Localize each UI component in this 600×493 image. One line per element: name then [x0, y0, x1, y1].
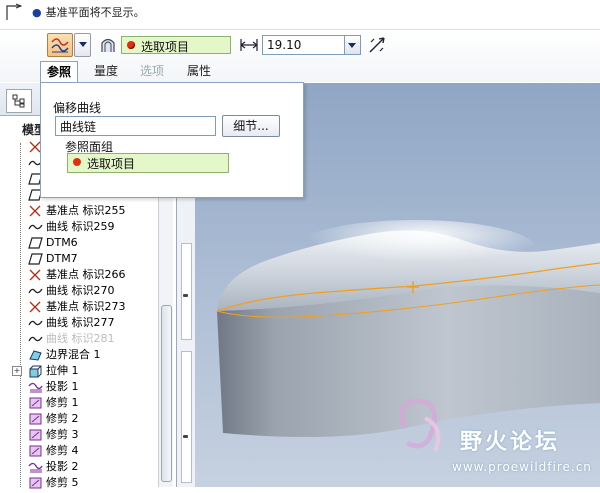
tree-item-label: 修剪 5	[46, 476, 79, 489]
info-message: ● 基准平面将不显示。	[32, 4, 145, 20]
offset-type-button[interactable]	[47, 33, 73, 57]
tree-item-label: 曲线 标识270	[46, 284, 115, 297]
offset-curve-type-icon	[51, 38, 69, 53]
tree-item[interactable]: 修剪 3	[0, 427, 160, 443]
datum-plane-icon	[28, 236, 43, 250]
datum-plane-icon	[28, 252, 43, 266]
datum-point-icon	[28, 268, 43, 282]
tree-item[interactable]: 修剪 4	[0, 443, 160, 459]
chevron-down-icon	[348, 43, 356, 48]
tree-item-label: 投影 1	[46, 380, 79, 393]
offset-curve-value: 曲线链	[60, 120, 97, 134]
watermark-url: www.proewildfire.cn	[452, 460, 592, 474]
tree-item-label: 修剪 1	[46, 396, 79, 409]
expand-icon[interactable]: +	[12, 366, 22, 376]
curve-icon	[28, 284, 43, 298]
tree-item-label: 拉伸 1	[46, 364, 79, 377]
tree-item-label: 修剪 2	[46, 412, 79, 425]
reference-surface-collector[interactable]: 选取项目	[67, 153, 229, 173]
model-tree-tab[interactable]	[6, 89, 32, 113]
curve-collector-label: 选取项目	[141, 40, 190, 54]
boundary-blend-icon	[28, 348, 43, 362]
tree-item-label: 边界混合 1	[46, 348, 101, 361]
tree-item[interactable]: 修剪 1	[0, 395, 160, 411]
curve-icon	[28, 316, 43, 330]
tree-item-label: 基准点 标识266	[46, 268, 126, 281]
trim-icon	[28, 396, 43, 410]
tree-item[interactable]: + 拉伸 1	[0, 363, 160, 379]
flip-direction-icon[interactable]	[368, 36, 386, 54]
tab-properties[interactable]: 属性	[181, 61, 217, 81]
tree-item[interactable]: DTM6	[0, 235, 160, 251]
offset-value-dropdown[interactable]	[344, 36, 360, 54]
tree-item-label: 曲线 标识277	[46, 316, 115, 329]
tab-references[interactable]: 参照	[40, 61, 78, 82]
info-bullet-icon: ●	[32, 6, 42, 19]
curve-collector[interactable]: 选取项目	[121, 36, 231, 54]
tree-item-label: 修剪 4	[46, 444, 79, 457]
curve-icon	[28, 332, 43, 346]
sash-handle-icon	[183, 435, 188, 438]
reference-surface-collector-label: 选取项目	[87, 157, 136, 171]
sketch-corner-icon	[6, 3, 23, 20]
tab-measure[interactable]: 量度	[88, 61, 124, 81]
offset-distance-icon	[240, 39, 258, 51]
tree-item-label: 修剪 3	[46, 428, 79, 441]
trim-icon	[28, 428, 43, 442]
tree-item[interactable]: 曲线 标识277	[0, 315, 160, 331]
watermark-title: 野火论坛	[460, 430, 561, 455]
project-icon	[28, 380, 43, 394]
scrollbar-thumb[interactable]	[161, 305, 172, 482]
tree-item-label: 投影 2	[46, 460, 79, 473]
tree-structure-icon	[12, 94, 25, 108]
tree-item-label: DTM7	[46, 252, 78, 265]
tree-item[interactable]: 基准点 标识266	[0, 267, 160, 283]
datum-point-icon	[28, 300, 43, 314]
curve-icon	[28, 220, 43, 234]
tree-item-label: 曲线 标识281	[46, 332, 115, 345]
project-icon	[28, 460, 43, 474]
tree-item[interactable]: DTM7	[0, 251, 160, 267]
tree-item[interactable]: 曲线 标识281	[0, 331, 160, 347]
info-message-text: 基准平面将不显示。	[45, 6, 145, 19]
model-highlight	[295, 220, 535, 276]
sash-grip-lower[interactable]	[181, 351, 192, 483]
offset-value-text: 19.10	[267, 38, 302, 52]
sash-handle-icon	[183, 294, 188, 297]
references-panel: 偏移曲线 曲线链 细节... 参照面组 选取项目	[40, 82, 304, 198]
selection-dot-icon	[73, 158, 81, 166]
tree-item[interactable]: 投影 1	[0, 379, 160, 395]
tree-item-label: 曲线 标识259	[46, 220, 115, 233]
trim-icon	[28, 444, 43, 458]
tree-item[interactable]: 曲线 标识270	[0, 283, 160, 299]
feature-dashboard: 选取项目 19.10 参照 量度 选项 属性	[0, 30, 600, 82]
tree-item[interactable]: 修剪 2	[0, 411, 160, 427]
surface-reference-icon	[101, 38, 115, 52]
offset-curve-field[interactable]: 曲线链	[55, 116, 216, 136]
offset-type-dropdown[interactable]	[74, 33, 91, 57]
tree-item[interactable]: 基准点 标识273	[0, 299, 160, 315]
details-button[interactable]: 细节...	[222, 115, 280, 137]
tree-item[interactable]: 投影 2	[0, 459, 160, 475]
offset-curve-heading: 偏移曲线	[53, 101, 102, 115]
chevron-down-icon	[79, 42, 87, 47]
tree-item[interactable]: 基准点 标识255	[0, 203, 160, 219]
extrude-icon	[28, 364, 43, 378]
tree-item-label: 基准点 标识255	[46, 204, 126, 217]
tree-item[interactable]: 曲线 标识259	[0, 219, 160, 235]
tree-item-label: 基准点 标识273	[46, 300, 126, 313]
sash-grip-upper[interactable]	[181, 243, 192, 340]
selection-dot-icon	[127, 41, 135, 49]
tab-options[interactable]: 选项	[134, 61, 170, 81]
message-area: ● 基准平面将不显示。	[0, 0, 600, 30]
tree-item-label: DTM6	[46, 236, 78, 249]
offset-value-input[interactable]: 19.10	[262, 35, 361, 55]
tree-item[interactable]: 修剪 5	[0, 475, 160, 491]
tree-item[interactable]: 边界混合 1	[0, 347, 160, 363]
datum-point-icon	[28, 204, 43, 218]
trim-icon	[28, 476, 43, 490]
trim-icon	[28, 412, 43, 426]
